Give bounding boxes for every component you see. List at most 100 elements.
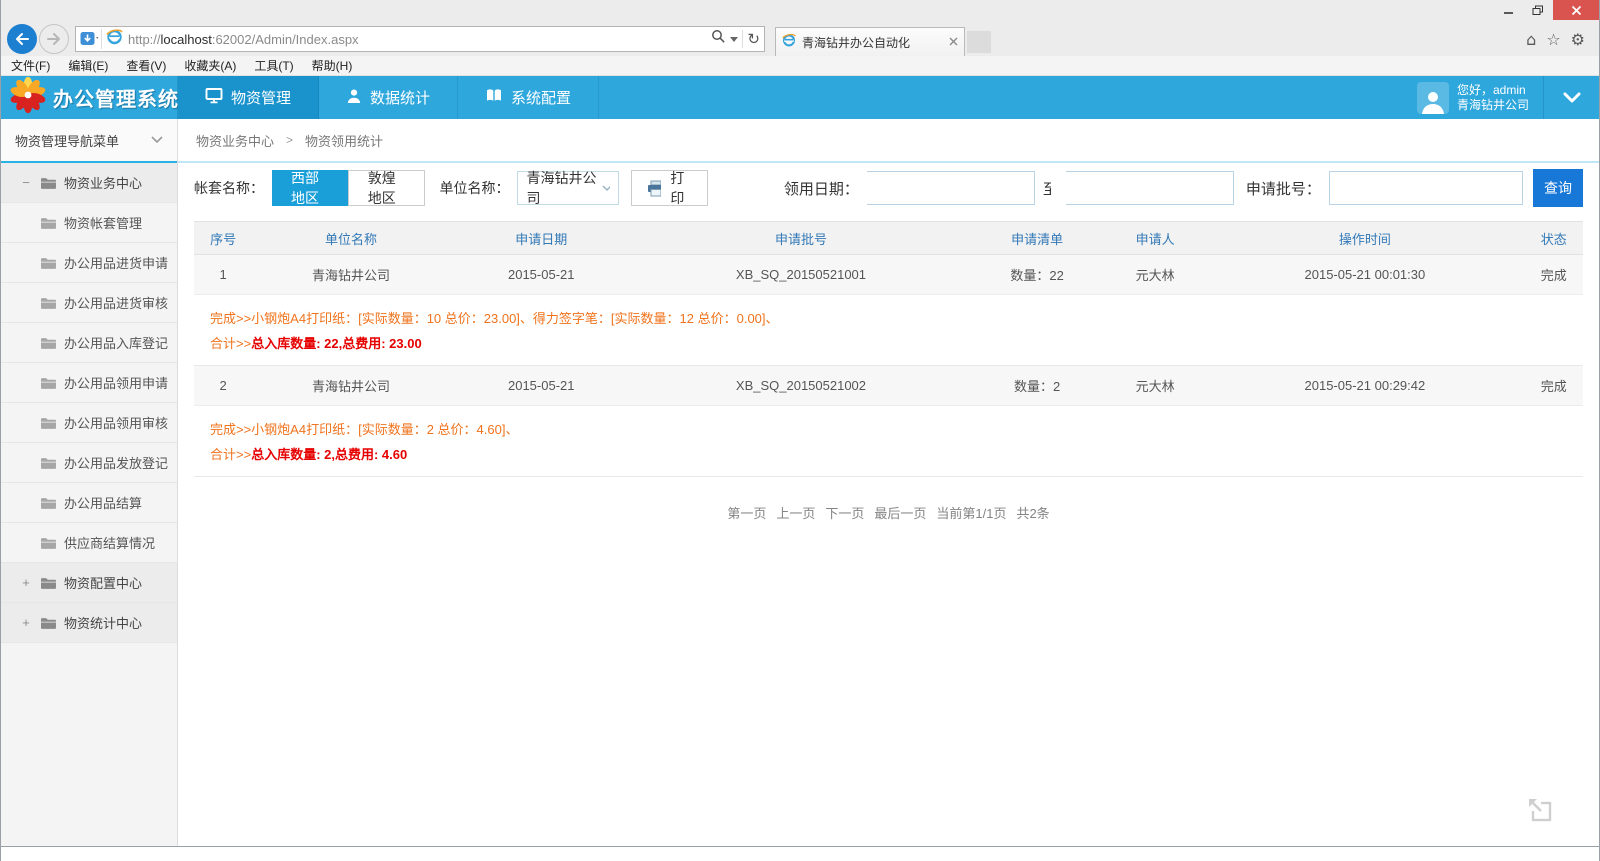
folder-icon <box>40 336 57 350</box>
url-protocol: http:// <box>128 32 161 47</box>
date-from-input[interactable] <box>852 172 1028 204</box>
user-menu-button[interactable] <box>1543 76 1599 119</box>
menubar-item[interactable]: 收藏夹(A) <box>184 57 236 74</box>
menubar-item[interactable]: 编辑(E) <box>68 57 108 74</box>
table-cell: 1 <box>194 267 252 282</box>
sidebar-item[interactable]: − 物资业务中心 <box>1 163 177 203</box>
menubar-item[interactable]: 工具(T) <box>254 57 293 74</box>
chevron-down-icon <box>602 185 611 192</box>
header-cell: 状态 <box>1525 229 1583 248</box>
menubar-item[interactable]: 文件(F) <box>11 57 50 74</box>
header-cell: 序号 <box>194 229 252 248</box>
restore-button[interactable] <box>1523 0 1553 20</box>
menubar-item[interactable]: 查看(V) <box>126 57 166 74</box>
breadcrumb-item[interactable]: 物资领用统计 <box>305 131 383 150</box>
sidebar: 物资管理导航菜单 −物资业务中心物资帐套管理办公用品进货申请办公用品进货审核办公… <box>1 119 178 846</box>
print-button[interactable]: 打印 <box>631 170 707 206</box>
sidebar-item[interactable]: 办公用品领用审核 <box>1 403 177 443</box>
detail-items-line: 完成>>小钢炮A4打印纸：[实际数量：2 总价：4.60]、 <box>210 417 1567 442</box>
content-panel: 物资业务中心 > 物资领用统计 帐套名称： 西部地区敦煌地区 单位名称： 青海钻井公… <box>178 119 1599 846</box>
date-to-input[interactable] <box>1051 172 1227 204</box>
sidebar-item-label: 办公用品领用审核 <box>64 413 168 432</box>
expand-toggle-icon[interactable]: + <box>19 615 33 630</box>
search-icon[interactable] <box>711 29 726 49</box>
user-block[interactable]: 您好，admin 青海钻井公司 <box>1403 76 1543 119</box>
forward-button[interactable] <box>39 24 69 54</box>
sidebar-header[interactable]: 物资管理导航菜单 <box>1 119 177 163</box>
tab-close-icon[interactable] <box>949 35 958 49</box>
header-cell: 申请人 <box>1105 229 1205 248</box>
table-cell: 元大林 <box>1105 265 1205 284</box>
date-from-field[interactable] <box>867 171 1035 205</box>
region-button[interactable]: 敦煌地区 <box>348 170 426 206</box>
back-button[interactable] <box>7 24 37 54</box>
table-cell: 2 <box>194 378 252 393</box>
filter-toolbar: 帐套名称： 西部地区敦煌地区 单位名称： 青海钻井公司 打印 领用日期： 至 <box>178 163 1599 213</box>
table-row[interactable]: 1青海钻井公司2015-05-21XB_SQ_20150521001数量：22元… <box>194 255 1583 295</box>
expand-toggle-icon[interactable]: + <box>19 575 33 590</box>
browser-tab[interactable]: 青海钻井办公自动化 <box>775 27 965 56</box>
breadcrumb-separator: > <box>286 133 293 147</box>
new-tab-button[interactable] <box>967 31 991 53</box>
menubar-item[interactable]: 帮助(H) <box>312 57 353 74</box>
refresh-icon[interactable]: ↻ <box>747 30 760 48</box>
folder-icon <box>40 456 57 470</box>
address-bar[interactable]: http://localhost:62002/Admin/Index.aspx … <box>75 26 765 52</box>
row-detail: 完成>>小钢炮A4打印纸：[实际数量：10 总价：23.00]、得力签字笔：[实… <box>194 295 1583 366</box>
sidebar-item-label: 物资帐套管理 <box>64 213 142 232</box>
sidebar-item[interactable]: 办公用品入库登记 <box>1 323 177 363</box>
sidebar-item-label: 物资统计中心 <box>64 613 142 632</box>
page-link[interactable]: 下一页 <box>825 506 864 521</box>
date-to-field[interactable] <box>1066 171 1234 205</box>
table-cell: 完成 <box>1525 265 1583 284</box>
tools-gear-icon[interactable]: ⚙ <box>1571 30 1585 49</box>
claim-date-label: 领用日期： <box>784 178 859 199</box>
data-table: 序号单位名称申请日期申请批号申请清单申请人操作时间状态 1青海钻井公司2015-… <box>194 221 1583 477</box>
sidebar-item[interactable]: 办公用品进货申请 <box>1 243 177 283</box>
nav-item-label: 物资管理 <box>231 87 291 108</box>
app-logo: 办公管理系统 <box>1 76 178 119</box>
nav-item[interactable]: 数据统计 <box>319 76 458 119</box>
page-link[interactable]: 上一页 <box>776 506 815 521</box>
breadcrumb-item[interactable]: 物资业务中心 <box>196 131 274 150</box>
home-icon[interactable]: ⌂ <box>1526 30 1536 49</box>
minimize-button[interactable] <box>1493 0 1523 20</box>
nav-item[interactable]: 物资管理 <box>178 76 319 119</box>
search-dropdown-icon[interactable] <box>730 30 738 48</box>
nav-item[interactable]: 系统配置 <box>458 76 599 119</box>
corner-resize-icon[interactable] <box>1526 796 1553 828</box>
page-link[interactable]: 第一页 <box>727 506 766 521</box>
sidebar-item[interactable]: + 物资统计中心 <box>1 603 177 643</box>
folder-icon <box>40 496 57 510</box>
compat-view-icon[interactable] <box>80 29 102 49</box>
sidebar-item[interactable]: 办公用品发放登记 <box>1 443 177 483</box>
sidebar-item[interactable]: 办公用品领用申请 <box>1 363 177 403</box>
user-company: 青海钻井公司 <box>1457 98 1529 112</box>
region-button[interactable]: 西部地区 <box>272 170 348 206</box>
unit-select[interactable]: 青海钻井公司 <box>517 171 619 205</box>
url-text[interactable]: http://localhost:62002/Admin/Index.aspx <box>128 32 711 47</box>
sidebar-item[interactable]: 办公用品结算 <box>1 483 177 523</box>
sidebar-item[interactable]: 供应商结算情况 <box>1 523 177 563</box>
table-cell: 完成 <box>1525 376 1583 395</box>
table-cell: 2015-05-21 <box>450 378 633 393</box>
batch-number-input[interactable] <box>1329 171 1523 205</box>
folder-icon <box>40 576 57 590</box>
detail-total-prefix: 合计>> <box>210 447 251 462</box>
sidebar-item[interactable]: +物资配置中心 <box>1 563 177 603</box>
table-cell: XB_SQ_20150521002 <box>633 378 969 393</box>
header-cell: 申请清单 <box>969 229 1105 248</box>
app-top-nav: 办公管理系统 物资管理 数据统计系统配置 您好，admin 青海钻井公司 <box>1 76 1599 119</box>
search-button[interactable]: 查询 <box>1533 169 1583 207</box>
folder-icon <box>40 256 57 270</box>
sidebar-item[interactable]: 办公用品进货审核 <box>1 283 177 323</box>
book-icon <box>485 88 503 107</box>
expand-toggle-icon[interactable]: − <box>19 175 33 190</box>
sidebar-item-label: 物资业务中心 <box>64 173 142 192</box>
page-link[interactable]: 最后一页 <box>874 506 926 521</box>
close-button[interactable] <box>1553 0 1599 20</box>
page-total: 共2条 <box>1016 506 1049 521</box>
table-row[interactable]: 2青海钻井公司2015-05-21XB_SQ_20150521002数量：2元大… <box>194 366 1583 406</box>
favorites-star-icon[interactable]: ☆ <box>1546 30 1560 49</box>
sidebar-item[interactable]: 物资帐套管理 <box>1 203 177 243</box>
